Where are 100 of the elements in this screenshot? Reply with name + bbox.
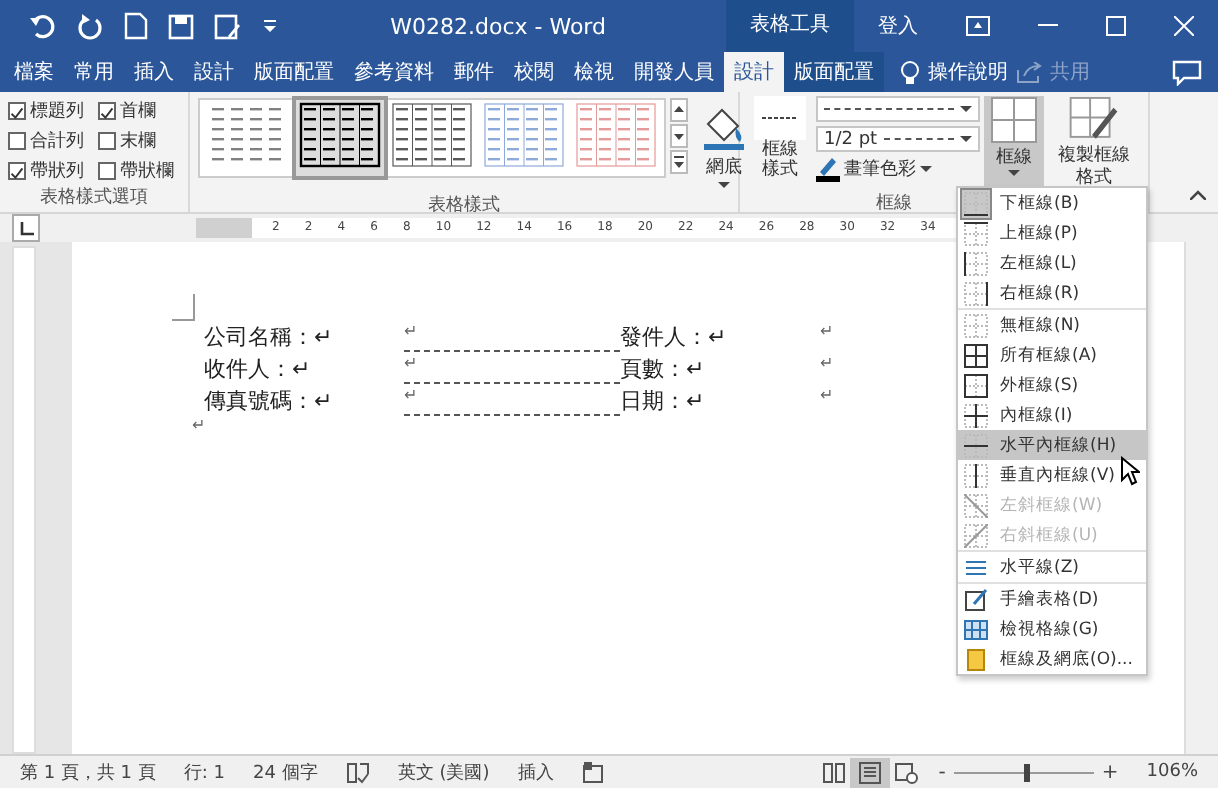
menu-item[interactable]: 手繪表格(D) — [958, 584, 1146, 614]
sign-in-link[interactable]: 登入 — [854, 12, 942, 40]
undo-icon[interactable] — [28, 12, 56, 40]
field-label: 收件人：↵ — [204, 354, 313, 384]
menu-item[interactable]: 下框線(B) — [958, 188, 1146, 218]
caret-icon — [1008, 170, 1020, 178]
ribbon-tab[interactable]: 插入 — [124, 52, 184, 92]
tab-stop-icon — [19, 221, 33, 235]
minimize-icon[interactable] — [1038, 24, 1058, 28]
redo-icon[interactable] — [76, 12, 104, 40]
ribbon-tab[interactable]: 郵件 — [444, 52, 504, 92]
menu-item[interactable]: 水平線(Z) — [958, 552, 1146, 582]
ribbon-tab[interactable]: 校閱 — [504, 52, 564, 92]
view-icon — [858, 761, 883, 783]
caret-icon — [718, 182, 730, 190]
caret-icon — [920, 165, 932, 173]
group-label: 表格樣式 — [426, 193, 502, 212]
paragraph-mark: ↵ — [820, 322, 836, 344]
checkbox[interactable] — [8, 132, 26, 150]
pen-color-button[interactable]: 畫筆色彩 — [816, 156, 980, 182]
ribbon-tab[interactable]: 參考資料 — [344, 52, 444, 92]
scrollbar[interactable] — [1184, 242, 1218, 754]
checkbox-label: 末欄 — [120, 129, 156, 154]
paragraph-mark: ↵ — [820, 354, 836, 376]
context-label: 表格工具 — [726, 0, 854, 52]
ribbon-tab[interactable]: 設計 — [724, 52, 784, 92]
menu-item[interactable]: 內框線(I) — [958, 400, 1146, 430]
language[interactable]: 英文 (美國) — [397, 759, 490, 785]
close-icon[interactable] — [1174, 16, 1194, 36]
ribbon-display-icon[interactable] — [966, 16, 990, 36]
menu-item[interactable]: 無框線(N) — [958, 310, 1146, 340]
ribbon-tab[interactable]: 開發人員 — [624, 52, 724, 92]
fill-in-line: ↵ — [404, 354, 620, 384]
menu-item[interactable]: 框線及網底(O)... — [958, 644, 1146, 674]
paragraph-mark: ↵ — [820, 386, 836, 408]
collapse-ribbon-icon[interactable] — [1190, 190, 1206, 200]
share-icon[interactable] — [1016, 61, 1042, 83]
view-icon — [894, 761, 919, 783]
menu-item[interactable]: 外框線(S) — [958, 370, 1146, 400]
word-count: 24 個字 — [253, 761, 318, 785]
line-style-dropdown[interactable] — [816, 96, 980, 122]
checkbox[interactable] — [98, 162, 116, 180]
input-mode[interactable]: 插入 — [517, 759, 554, 785]
pen-icon — [816, 156, 840, 182]
margin-mark-icon — [172, 294, 196, 322]
paragraph-mark: ↵ — [192, 416, 208, 434]
menu-item[interactable]: 左框線(L) — [958, 248, 1146, 278]
save-icon[interactable] — [168, 13, 194, 39]
table-style-thumbnail[interactable] — [296, 100, 384, 176]
menu-item[interactable]: 所有框線(A) — [958, 340, 1146, 370]
menu-item[interactable]: 上框線(P) — [958, 218, 1146, 248]
checkbox[interactable] — [98, 132, 116, 150]
proofing-icon[interactable] — [345, 761, 370, 783]
menu-item[interactable]: 垂直內框線(V) — [958, 460, 1146, 490]
scroll-up-icon[interactable] — [670, 98, 688, 122]
view-button[interactable] — [850, 757, 891, 787]
line-weight-dropdown[interactable]: 1/2 pt — [816, 126, 980, 152]
zoom-in-button[interactable]: + — [1101, 761, 1119, 783]
mouse-pointer-icon — [1120, 456, 1140, 486]
ribbon-tab[interactable]: 版面配置 — [784, 52, 884, 92]
borders-button[interactable]: 框線 — [984, 96, 1044, 190]
checkbox-label: 帶狀列 — [30, 159, 84, 184]
group-label: 表格樣式選項 — [38, 185, 150, 212]
customize-icon[interactable] — [262, 18, 278, 34]
zoom-level[interactable]: 106% — [1146, 762, 1198, 782]
save-as-icon[interactable] — [214, 13, 242, 39]
maximize-icon[interactable] — [1106, 16, 1126, 36]
check-icon — [10, 164, 24, 182]
checkbox-label: 合計列 — [30, 129, 84, 154]
ribbon-tab[interactable]: 檢視 — [564, 52, 624, 92]
checkbox[interactable] — [8, 162, 26, 180]
checkbox[interactable] — [98, 102, 116, 120]
group-label: 框線 — [876, 191, 912, 212]
scroll-down-icon[interactable] — [670, 124, 688, 148]
menu-item[interactable]: 右框線(R) — [958, 278, 1146, 308]
ribbon-tab[interactable]: 檔案 — [4, 52, 64, 92]
caret-icon — [960, 105, 972, 113]
tab-selector[interactable] — [12, 214, 40, 242]
view-icon — [822, 761, 847, 783]
macro-icon[interactable] — [581, 761, 604, 783]
new-document-icon[interactable] — [124, 12, 148, 40]
more-icon[interactable] — [670, 150, 688, 174]
checkbox-label: 標題列 — [30, 99, 84, 124]
menu-item[interactable]: 檢視格線(G) — [958, 614, 1146, 644]
menu-item[interactable]: 水平內框線(H) — [958, 430, 1146, 460]
fill-in-line: ↵ — [404, 322, 620, 352]
window-title: W0282.docx - Word — [390, 13, 606, 39]
ribbon-tab[interactable]: 版面配置 — [244, 52, 344, 92]
zoom-out-button[interactable]: - — [938, 761, 946, 783]
tell-me-link[interactable]: 操作說明 — [920, 52, 1016, 92]
page-count: 第 1 頁，共 1 頁 — [20, 761, 156, 785]
checkbox[interactable] — [8, 102, 26, 120]
fill-in-line: ↵ — [404, 386, 620, 416]
comment-icon[interactable] — [1172, 59, 1202, 85]
field-label: 頁數：↵ — [620, 354, 707, 384]
field-label: 公司名稱：↵ — [204, 322, 335, 352]
ribbon-tab[interactable]: 常用 — [64, 52, 124, 92]
ribbon-tab[interactable]: 設計 — [184, 52, 244, 92]
field-label: 傳真號碼：↵ — [204, 386, 335, 416]
check-icon — [10, 104, 24, 122]
